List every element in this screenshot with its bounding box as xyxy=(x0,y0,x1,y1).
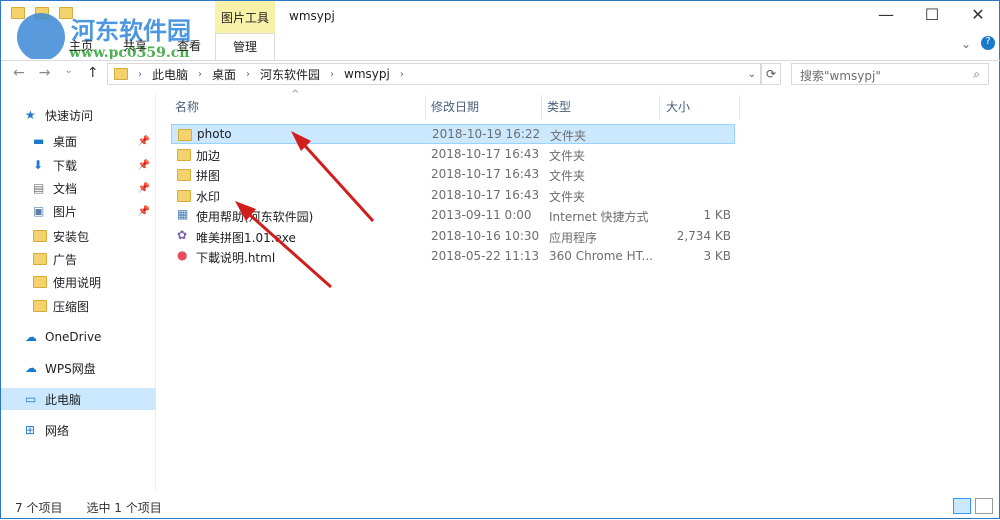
status-bar: 7 个项目 选中 1 个项目 xyxy=(15,499,162,516)
details-view-icon[interactable] xyxy=(953,498,971,514)
selected-count: 选中 1 个项目 xyxy=(86,501,162,515)
red-arrow xyxy=(291,131,375,223)
annotation-arrows xyxy=(235,131,375,289)
view-switcher xyxy=(953,498,993,514)
item-count: 7 个项目 xyxy=(15,501,63,515)
red-arrow xyxy=(235,201,332,289)
large-icons-view-icon[interactable] xyxy=(975,498,993,514)
